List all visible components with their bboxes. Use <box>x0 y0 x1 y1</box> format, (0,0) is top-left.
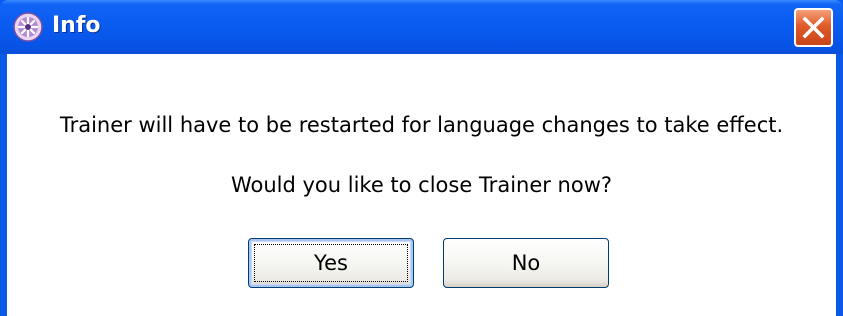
no-button-label: No <box>511 251 541 275</box>
title-bar[interactable]: Info <box>0 0 843 54</box>
no-button[interactable]: No <box>443 238 609 288</box>
restart-message: Trainer will have to be restarted for la… <box>59 113 784 137</box>
info-dialog-window: Info Trainer will have to be restarted f… <box>0 0 843 316</box>
yes-button[interactable]: Yes <box>248 238 414 288</box>
window-border-left <box>0 54 7 316</box>
close-question: Would you like to close Trainer now? <box>230 173 613 197</box>
focus-ring <box>254 244 408 282</box>
window-title: Info <box>52 13 101 38</box>
app-snowflake-icon <box>12 11 44 43</box>
dialog-body: Trainer will have to be restarted for la… <box>7 54 836 316</box>
window-border-right <box>836 54 843 316</box>
close-button[interactable] <box>794 8 833 47</box>
